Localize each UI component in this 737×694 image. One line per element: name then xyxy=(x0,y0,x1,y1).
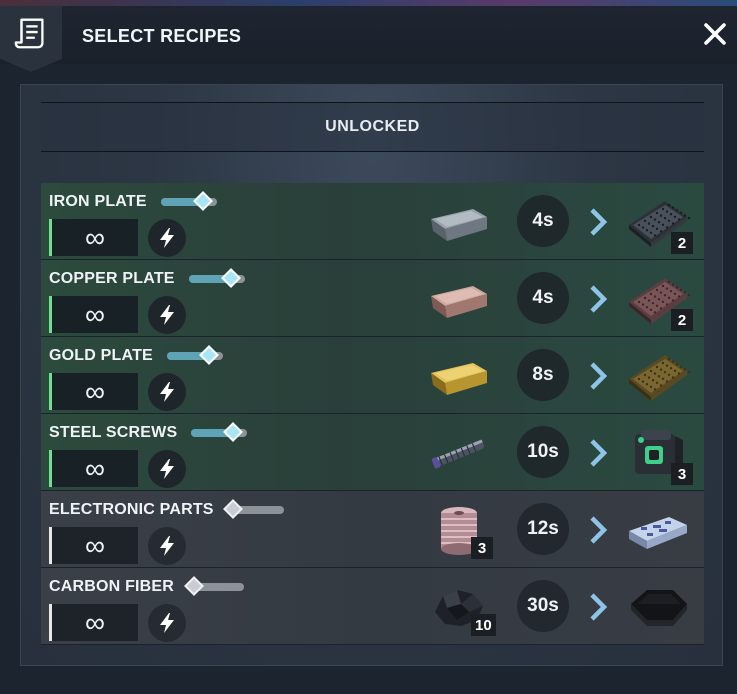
lightning-icon xyxy=(160,228,174,248)
lightning-icon xyxy=(160,536,174,556)
lightning-icon xyxy=(160,382,174,402)
output-count-badge: 2 xyxy=(671,309,693,331)
chevron-right-icon xyxy=(588,438,608,468)
recipe-name: IRON PLATE xyxy=(49,193,147,210)
recipe-panel: UNLOCKED IRON PLATE ∞ 4s 2 COPPER PLATE ∞ 4s 2 G… xyxy=(20,84,723,666)
progress-knob xyxy=(223,499,244,519)
quantity-infinite-button[interactable]: ∞ xyxy=(49,296,138,333)
recipe-progress-bar xyxy=(166,345,223,365)
recipe-row-gold-plate[interactable]: GOLD PLATE ∞ 8s xyxy=(41,337,704,414)
header-icon-tab xyxy=(0,6,62,72)
lightning-icon xyxy=(160,305,174,325)
boost-button[interactable] xyxy=(148,219,186,257)
recipe-name: CARBON FIBER xyxy=(49,578,175,595)
recipe-row-electronic-parts[interactable]: ELECTRONIC PARTS ∞ 3 12s xyxy=(41,491,704,568)
boost-button[interactable] xyxy=(148,373,186,411)
steel-rod-icon xyxy=(427,428,491,478)
progress-knob xyxy=(223,422,244,442)
recipe-name: COPPER PLATE xyxy=(49,270,175,287)
progress-knob xyxy=(220,268,241,288)
chevron-right-icon xyxy=(588,515,608,545)
section-header-unlocked: UNLOCKED xyxy=(41,102,704,152)
recipe-progress-bar xyxy=(223,499,284,519)
boost-button[interactable] xyxy=(148,527,186,565)
gold-ingot-icon xyxy=(427,351,491,401)
recipe-row-carbon-fiber[interactable]: CARBON FIBER ∞ 10 30s xyxy=(41,568,704,645)
quantity-infinite-button[interactable]: ∞ xyxy=(49,373,138,410)
recipe-row-steel-screws[interactable]: STEEL SCREWS ∞ 10s 3 xyxy=(41,414,704,491)
gold-plate-icon xyxy=(625,349,691,403)
iron-ingot-icon xyxy=(427,197,491,247)
recipe-progress-bar xyxy=(188,268,245,288)
progress-knob xyxy=(192,191,213,211)
recipe-name: ELECTRONIC PARTS xyxy=(49,501,214,518)
chevron-right-icon xyxy=(588,207,608,237)
craft-time: 4s xyxy=(517,272,569,324)
lightning-icon xyxy=(160,613,174,633)
progress-knob xyxy=(199,345,219,365)
recipe-row-copper-plate[interactable]: COPPER PLATE ∞ 4s 2 xyxy=(41,260,704,337)
recipe-progress-bar xyxy=(191,422,248,442)
quantity-infinite-button[interactable]: ∞ xyxy=(49,219,138,256)
boost-button[interactable] xyxy=(148,296,186,334)
chevron-right-icon xyxy=(588,284,608,314)
craft-time: 4s xyxy=(517,195,569,247)
chevron-right-icon xyxy=(588,361,608,391)
close-icon[interactable] xyxy=(701,20,729,48)
input-count-badge: 10 xyxy=(471,614,496,636)
recipe-scroll-icon xyxy=(14,18,44,49)
page-title: SELECT RECIPES xyxy=(82,26,242,46)
recipe-list: IRON PLATE ∞ 4s 2 COPPER PLATE ∞ 4s 2 GOLD PLATE… xyxy=(41,183,704,645)
recipe-progress-bar xyxy=(183,576,245,596)
boost-button[interactable] xyxy=(148,604,186,642)
recipe-name: STEEL SCREWS xyxy=(49,424,178,441)
carbon-fiber-icon xyxy=(625,580,691,634)
quantity-infinite-button[interactable]: ∞ xyxy=(49,604,138,641)
lightning-icon xyxy=(160,459,174,479)
copper-ingot-icon xyxy=(427,274,491,324)
recipe-name: GOLD PLATE xyxy=(49,347,153,364)
chevron-right-icon xyxy=(588,592,608,622)
boost-button[interactable] xyxy=(148,450,186,488)
output-count-badge: 2 xyxy=(671,232,693,254)
progress-knob xyxy=(183,576,204,596)
recipe-progress-bar xyxy=(160,191,217,211)
craft-time: 12s xyxy=(517,503,569,555)
quantity-infinite-button[interactable]: ∞ xyxy=(49,527,138,564)
craft-time: 30s xyxy=(517,580,569,632)
quantity-infinite-button[interactable]: ∞ xyxy=(49,450,138,487)
electronic-parts-icon xyxy=(625,503,691,557)
craft-time: 8s xyxy=(517,349,569,401)
output-count-badge: 3 xyxy=(671,463,693,485)
dialog-header: SELECT RECIPES xyxy=(0,6,737,72)
craft-time: 10s xyxy=(517,426,569,478)
input-count-badge: 3 xyxy=(471,537,493,559)
recipe-row-iron-plate[interactable]: IRON PLATE ∞ 4s 2 xyxy=(41,183,704,260)
